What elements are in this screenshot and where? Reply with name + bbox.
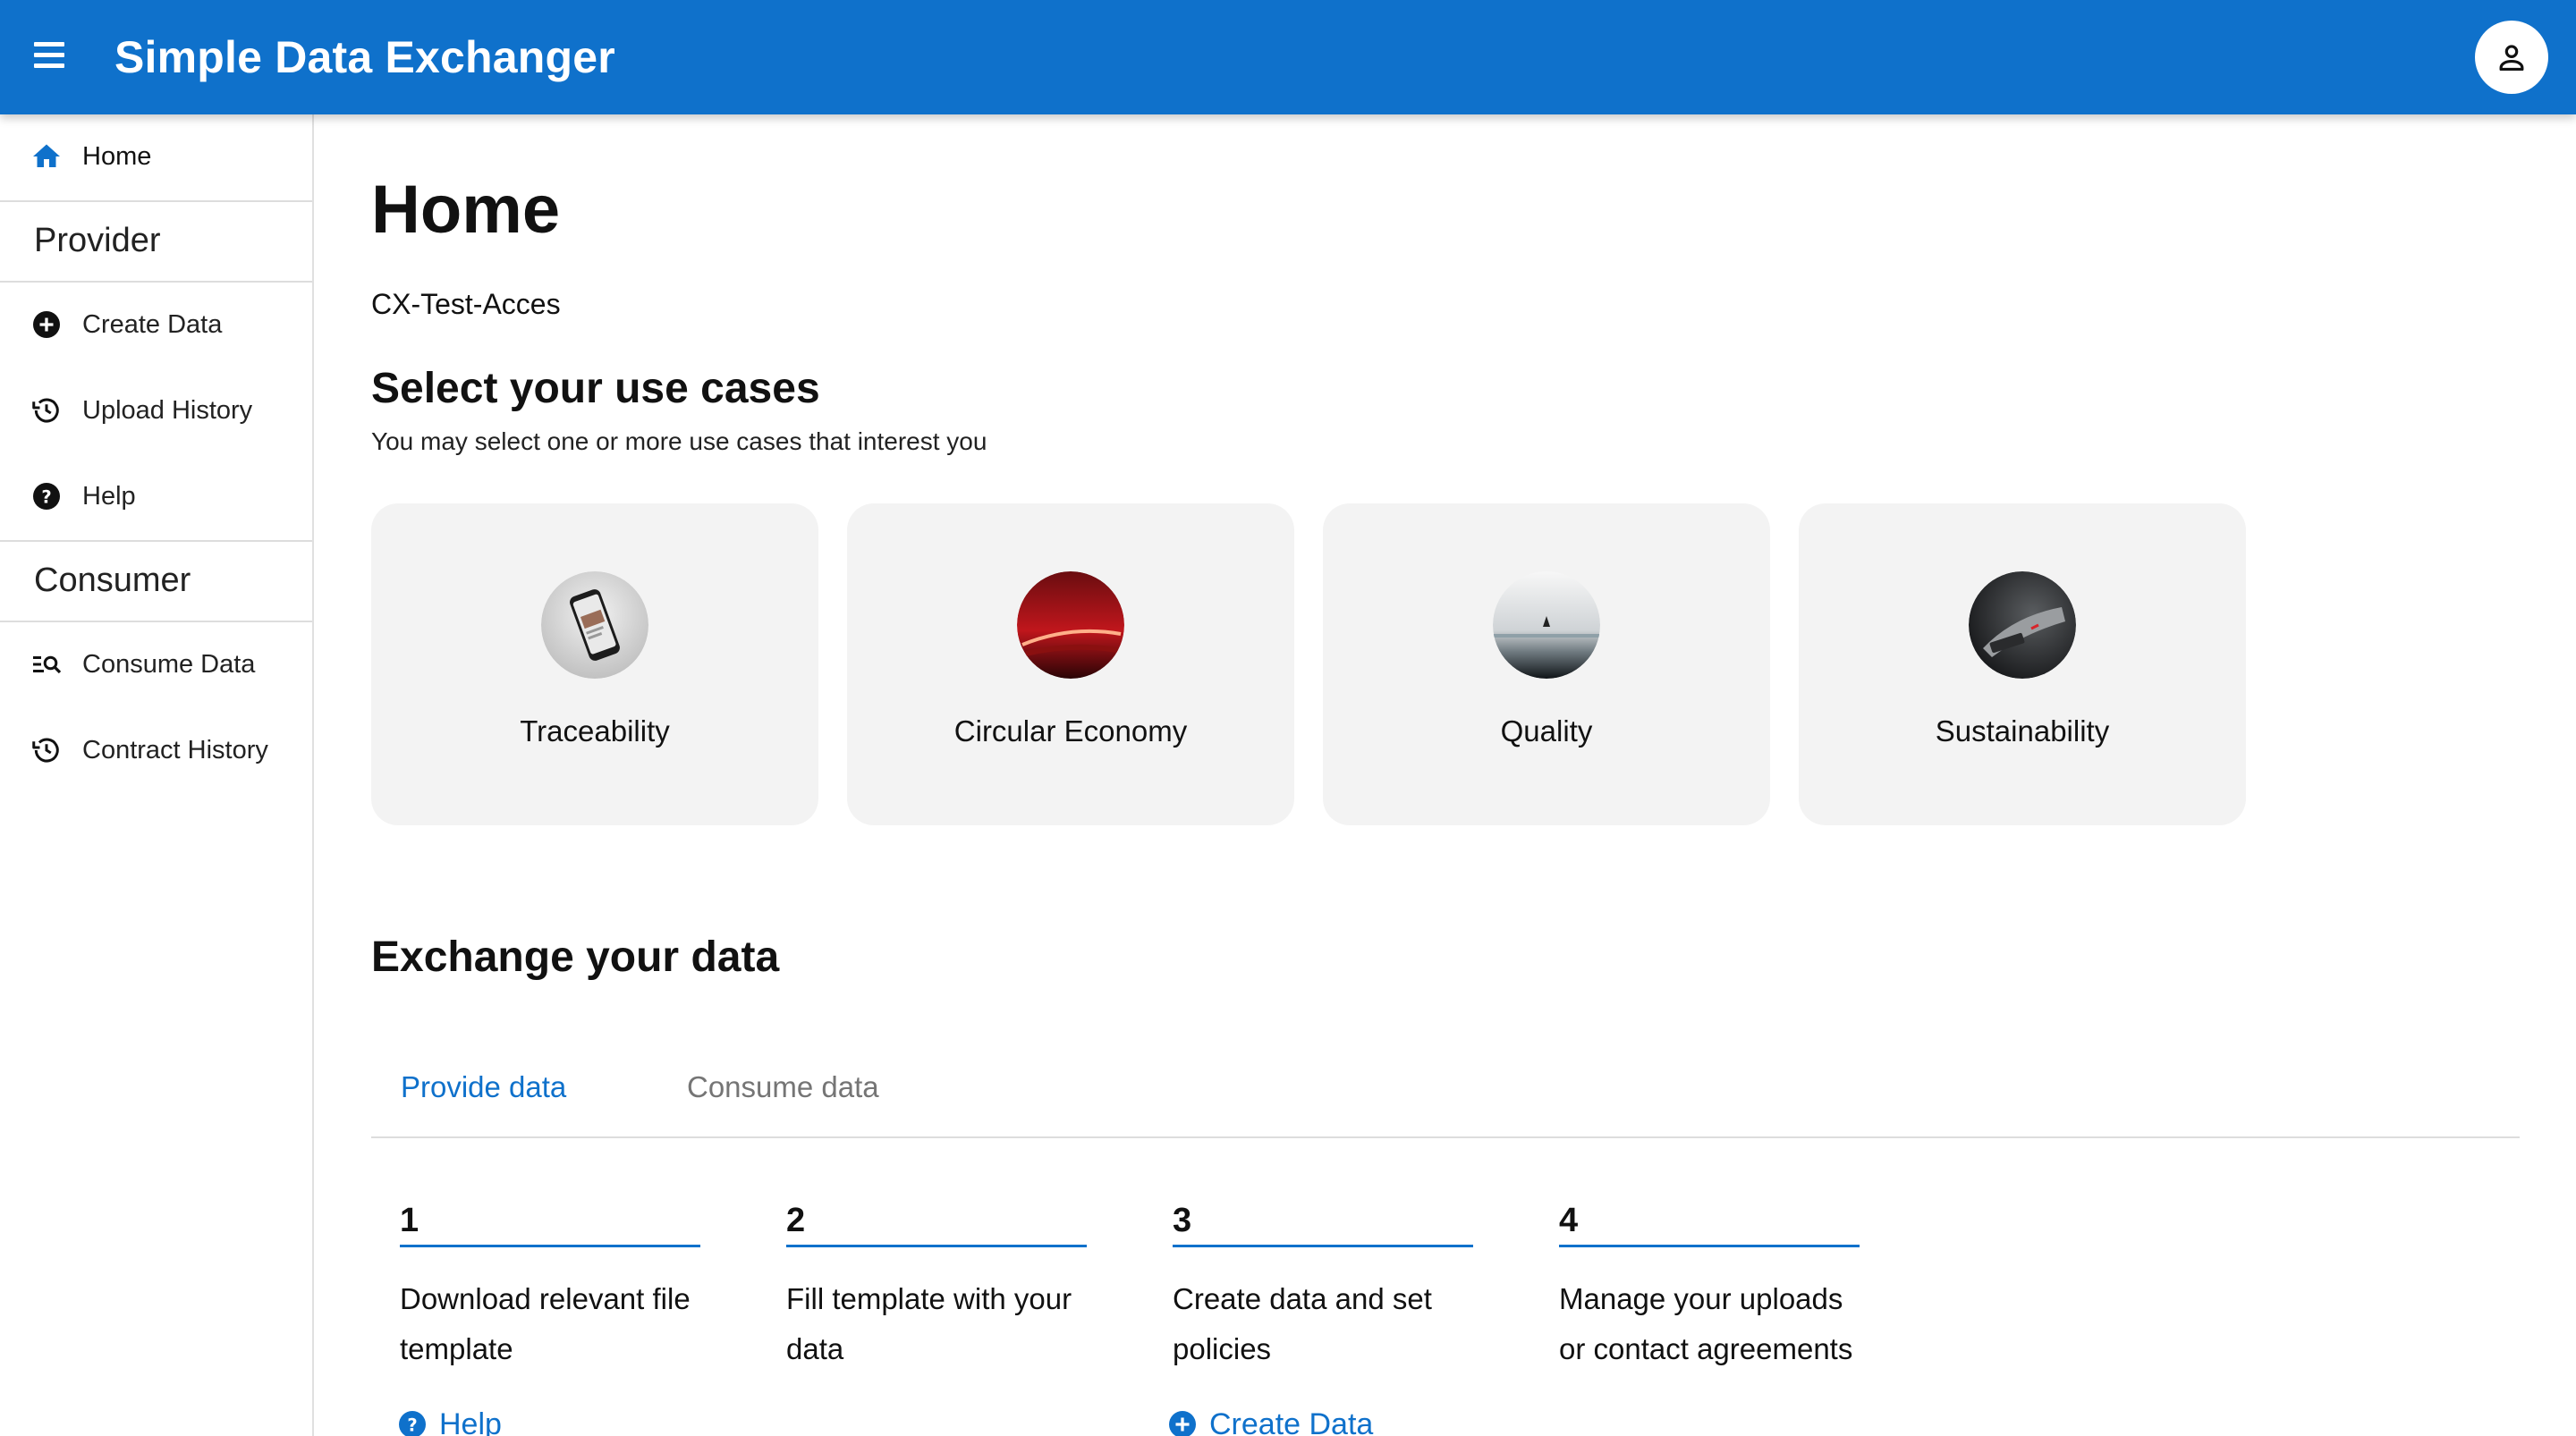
help-link[interactable]: ? Help xyxy=(396,1402,502,1436)
section-heading-consumer: Consumer xyxy=(34,562,191,599)
step-number: 1 xyxy=(400,1202,419,1239)
step-4: 4 Manage your uploads or contact agreeme… xyxy=(1559,1198,1860,1374)
step-number: 2 xyxy=(786,1202,806,1239)
use-cases-heading: Select your use cases xyxy=(371,365,820,412)
use-case-card-sustainability[interactable]: Sustainability xyxy=(1799,503,2246,825)
step-description: Manage your uploads or contact agreement… xyxy=(1559,1282,1853,1365)
sidebar-item-label: Consume Data xyxy=(82,650,256,679)
history-icon xyxy=(32,738,59,763)
use-case-label: Sustainability xyxy=(1935,714,2110,748)
step-description: Create data and set policies xyxy=(1173,1282,1432,1365)
help-icon: ? xyxy=(399,1411,426,1436)
user-account-button[interactable] xyxy=(2475,21,2548,94)
organization-name: CX-Test-Acces xyxy=(371,288,561,320)
sidebar-item-home[interactable]: Home xyxy=(0,121,312,192)
step-description: Download relevant file template xyxy=(400,1282,691,1365)
step-rule xyxy=(1173,1245,1473,1247)
step-3: 3 Create data and set policies xyxy=(1173,1198,1473,1374)
menu-icon[interactable] xyxy=(27,36,73,75)
sidebar-item-help[interactable]: ? Help xyxy=(0,460,312,532)
sidebar-item-upload-history[interactable]: Upload History xyxy=(0,375,312,446)
sidebar-item-contract-history[interactable]: Contract History xyxy=(0,714,312,786)
step-rule xyxy=(1559,1245,1860,1247)
use-case-label: Circular Economy xyxy=(953,714,1188,748)
use-case-label: Quality xyxy=(1500,714,1593,748)
traceability-image xyxy=(541,571,648,679)
use-case-card-traceability[interactable]: Traceability xyxy=(371,503,818,825)
svg-text:?: ? xyxy=(407,1415,417,1436)
sidebar-item-label: Contract History xyxy=(82,736,268,764)
user-icon xyxy=(2499,45,2524,72)
help-icon: ? xyxy=(33,483,60,510)
page-title: Home xyxy=(371,172,561,248)
sidebar-item-label: Upload History xyxy=(82,396,253,425)
quality-image xyxy=(1493,571,1600,679)
add-circle-icon xyxy=(1169,1411,1196,1436)
step-rule xyxy=(786,1245,1087,1247)
sidebar: Home Provider Create Data Upload History… xyxy=(0,114,314,1436)
create-data-link[interactable]: Create Data xyxy=(1166,1402,1373,1436)
use-cases-hint: You may select one or more use cases tha… xyxy=(371,427,987,455)
tab-consume-data[interactable]: Consume data xyxy=(687,1066,879,1109)
svg-text:?: ? xyxy=(41,487,51,508)
app-bar: Simple Data Exchanger xyxy=(0,0,2576,114)
divider xyxy=(0,281,312,283)
step-rule xyxy=(400,1245,700,1247)
tabs-divider xyxy=(371,1136,2520,1138)
sustainability-image xyxy=(1969,571,2076,679)
sidebar-item-create-data[interactable]: Create Data xyxy=(0,289,312,360)
step-description: Fill template with your data xyxy=(786,1282,1072,1365)
divider xyxy=(0,621,312,622)
history-icon xyxy=(32,398,59,423)
exchange-heading: Exchange your data xyxy=(371,933,780,981)
manage-search-icon xyxy=(33,655,62,674)
circular-economy-image xyxy=(1017,571,1124,679)
divider xyxy=(0,540,312,542)
sidebar-item-label: Home xyxy=(82,142,152,171)
sidebar-item-consume-data[interactable]: Consume Data xyxy=(0,629,312,700)
section-heading-provider: Provider xyxy=(34,222,161,259)
create-data-link-label: Create Data xyxy=(1209,1407,1374,1436)
use-case-label: Traceability xyxy=(520,714,670,748)
sidebar-item-label: Help xyxy=(82,482,136,511)
tab-provide-data[interactable]: Provide data xyxy=(401,1066,566,1109)
add-circle-icon xyxy=(33,311,60,338)
help-link-label: Help xyxy=(439,1407,502,1436)
use-case-card-quality[interactable]: Quality xyxy=(1323,503,1770,825)
step-1: 1 Download relevant file template xyxy=(400,1198,700,1374)
use-case-card-circular-economy[interactable]: Circular Economy xyxy=(847,503,1294,825)
sidebar-item-label: Create Data xyxy=(82,310,223,339)
app-title: Simple Data Exchanger xyxy=(114,32,615,82)
step-2: 2 Fill template with your data xyxy=(786,1198,1087,1374)
home-icon xyxy=(33,144,60,167)
step-number: 3 xyxy=(1173,1202,1192,1239)
step-number: 4 xyxy=(1559,1202,1579,1239)
divider xyxy=(0,200,312,202)
